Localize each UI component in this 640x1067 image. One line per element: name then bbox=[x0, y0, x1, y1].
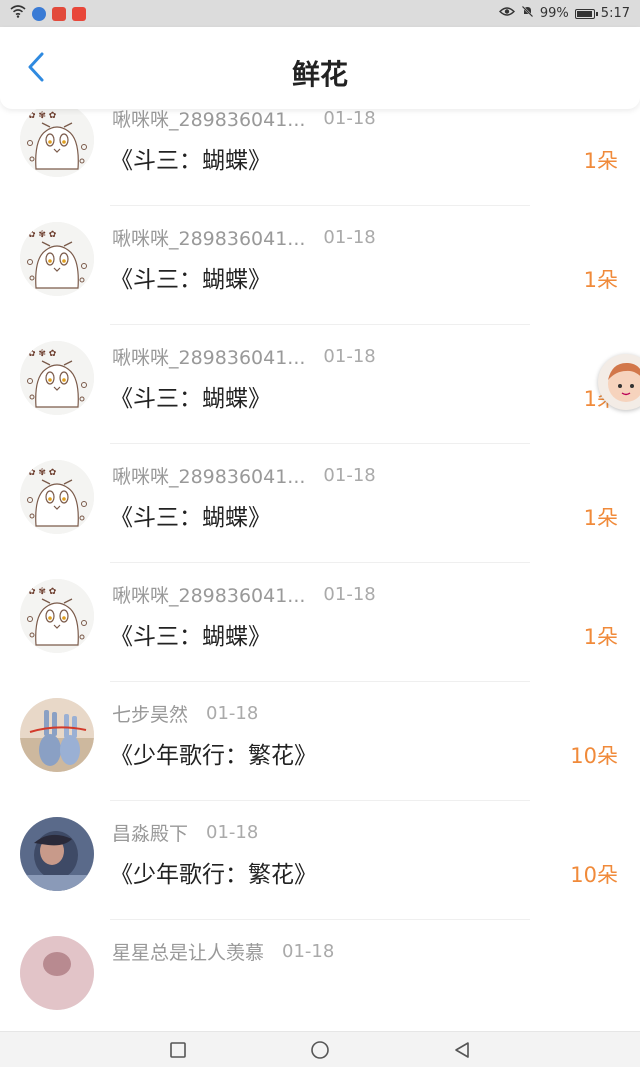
status-left bbox=[10, 5, 86, 22]
avatar[interactable]: ✿ ✾ ✿ bbox=[20, 579, 94, 653]
svg-text:✿ ✾ ✿: ✿ ✾ ✿ bbox=[28, 468, 57, 478]
sender-name[interactable]: 七步昊然 bbox=[112, 700, 188, 727]
sender-name[interactable]: 啾咪咪_289836041... bbox=[112, 224, 305, 251]
svg-text:✿ ✾ ✿: ✿ ✾ ✿ bbox=[28, 111, 57, 121]
sender-line: 七步昊然 01-18 bbox=[112, 700, 258, 727]
gift-title: 《斗三：蝴蝶》 bbox=[110, 267, 271, 293]
gift-date: 01-18 bbox=[323, 465, 376, 486]
svg-text:✿ ✾ ✿: ✿ ✾ ✿ bbox=[28, 349, 57, 359]
list-item[interactable]: 星星总是让人羡慕 01-18 bbox=[0, 920, 640, 1032]
list-item[interactable]: ✿ ✾ ✿ 啾咪咪_289836041... 01-18 《斗三：蝴蝶》 1朵 bbox=[0, 206, 640, 325]
flower-count: 1朵 bbox=[583, 506, 618, 530]
avatar[interactable]: ✿ ✾ ✿ bbox=[20, 460, 94, 534]
sender-name[interactable]: 啾咪咪_289836041... bbox=[112, 105, 305, 132]
avatar[interactable] bbox=[20, 698, 94, 772]
sender-name[interactable]: 啾咪咪_289836041... bbox=[112, 462, 305, 489]
gift-date: 01-18 bbox=[323, 584, 376, 605]
flower-list-content: 《少年歌行：繁花》 1朵 ✿ ✾ ✿ 啾咪咪_289836041... 01-18 《斗三… bbox=[0, 27, 640, 1032]
gift-title: 《斗三：蝴蝶》 bbox=[110, 505, 271, 531]
status-bar: 99% 5:17 bbox=[0, 0, 640, 27]
list-item[interactable]: ✿ ✾ ✿ 啾咪咪_289836041... 01-18 《斗三：蝴蝶》 1朵 bbox=[0, 563, 640, 682]
gift-title: 《少年歌行：繁花》 bbox=[110, 862, 317, 888]
list-item[interactable]: ✿ ✾ ✿ 啾咪咪_289836041... 01-18 《斗三：蝴蝶》 1朵 bbox=[0, 325, 640, 444]
sender-line: 啾咪咪_289836041... 01-18 bbox=[112, 343, 376, 370]
back-nav-button[interactable] bbox=[451, 1039, 473, 1061]
gift-title: 《斗三：蝴蝶》 bbox=[110, 148, 271, 174]
flower-count: 1朵 bbox=[583, 149, 618, 173]
flower-count: 1朵 bbox=[583, 625, 618, 649]
page-title: 鲜花 bbox=[291, 58, 348, 91]
sender-line: 啾咪咪_289836041... 01-18 bbox=[112, 105, 376, 132]
avatar[interactable] bbox=[20, 936, 94, 1010]
battery-icon bbox=[574, 8, 598, 19]
sender-line: 啾咪咪_289836041... 01-18 bbox=[112, 224, 376, 251]
avatar[interactable]: ✿ ✾ ✿ bbox=[20, 222, 94, 296]
gift-date: 01-18 bbox=[206, 703, 259, 724]
wifi-icon bbox=[10, 5, 26, 22]
avatar[interactable]: ✿ ✾ ✿ bbox=[20, 341, 94, 415]
recent-apps-button[interactable] bbox=[167, 1039, 189, 1061]
list-item[interactable]: 昌淼殿下 01-18 《少年歌行：繁花》 10朵 bbox=[0, 801, 640, 920]
clock: 5:17 bbox=[600, 6, 630, 21]
list-item[interactable]: ✿ ✾ ✿ 啾咪咪_289836041... 01-18 《斗三：蝴蝶》 1朵 bbox=[0, 444, 640, 563]
circle-icon bbox=[311, 1040, 329, 1059]
eye-icon bbox=[498, 6, 515, 21]
gift-date: 01-18 bbox=[323, 227, 376, 248]
sender-name[interactable]: 星星总是让人羡慕 bbox=[112, 938, 264, 965]
app-notification-icon bbox=[32, 6, 46, 21]
mute-bell-icon bbox=[521, 5, 534, 22]
gift-title: 《斗三：蝴蝶》 bbox=[110, 386, 271, 412]
gift-date: 01-18 bbox=[282, 941, 335, 962]
sender-line: 啾咪咪_289836041... 01-18 bbox=[112, 462, 376, 489]
gift-date: 01-18 bbox=[323, 108, 376, 129]
svg-text:✿ ✾ ✿: ✿ ✾ ✿ bbox=[28, 230, 57, 240]
gift-title: 《斗三：蝴蝶》 bbox=[110, 624, 271, 650]
flower-list[interactable]: 《少年歌行：繁花》 1朵 ✿ ✾ ✿ 啾咪咪_289836041... 01-18 《斗三… bbox=[0, 27, 640, 1032]
sender-name[interactable]: 昌淼殿下 bbox=[112, 819, 188, 846]
flower-count: 1朵 bbox=[583, 268, 618, 292]
sender-line: 昌淼殿下 01-18 bbox=[112, 819, 258, 846]
svg-text:✿ ✾ ✿: ✿ ✾ ✿ bbox=[28, 587, 57, 597]
sender-name[interactable]: 啾咪咪_289836041... bbox=[112, 343, 305, 370]
sender-name[interactable]: 啾咪咪_289836041... bbox=[112, 581, 305, 608]
gift-date: 01-18 bbox=[323, 346, 376, 367]
sender-line: 啾咪咪_289836041... 01-18 bbox=[112, 581, 376, 608]
home-button[interactable] bbox=[309, 1039, 331, 1061]
avatar[interactable]: ✿ ✾ ✿ bbox=[20, 103, 94, 177]
app-notification-icon bbox=[72, 6, 86, 21]
app-notification-icon bbox=[52, 6, 66, 21]
gift-title: 《少年歌行：繁花》 bbox=[110, 743, 317, 769]
sender-line: 星星总是让人羡慕 01-18 bbox=[112, 938, 334, 965]
avatar[interactable] bbox=[20, 817, 94, 891]
header: 鲜花 bbox=[0, 27, 640, 109]
status-right: 99% 5:17 bbox=[498, 5, 630, 22]
triangle-back-icon bbox=[455, 1041, 469, 1058]
battery-level: 99% bbox=[539, 6, 569, 21]
square-icon bbox=[170, 1041, 186, 1058]
flower-count: 10朵 bbox=[570, 863, 618, 887]
gift-date: 01-18 bbox=[206, 822, 259, 843]
list-item[interactable]: 七步昊然 01-18 《少年歌行：繁花》 10朵 bbox=[0, 682, 640, 801]
system-nav-bar bbox=[0, 1031, 640, 1067]
flower-count: 10朵 bbox=[570, 744, 618, 768]
